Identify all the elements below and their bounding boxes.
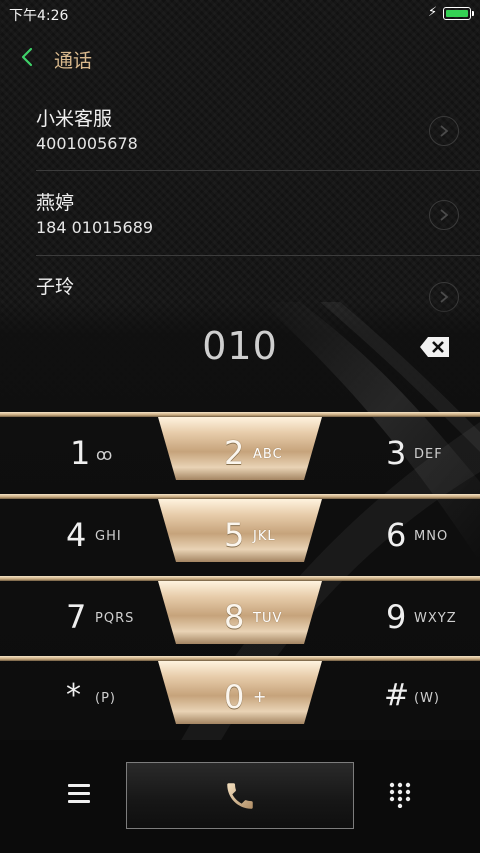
backspace-icon[interactable]	[419, 336, 451, 358]
dialed-number-display: 010	[202, 324, 278, 368]
charging-bolt-icon: ⚡	[428, 5, 438, 20]
key-digit: 7	[66, 598, 87, 636]
dial-key-1[interactable]: 1 ꝏ	[0, 417, 160, 492]
contact-item[interactable]: 小米客服 4001005678	[0, 90, 480, 174]
contact-item[interactable]: 燕婷 184 01015689	[0, 174, 480, 258]
header: 通话	[0, 36, 480, 80]
bottom-action-bar	[0, 740, 480, 853]
key-letters: GHI	[95, 529, 122, 544]
key-digit: 8	[224, 598, 245, 636]
key-letters: PQRS	[95, 611, 135, 626]
dial-key-9[interactable]: 9 WXYZ	[320, 581, 480, 656]
divider	[36, 255, 480, 256]
key-digit: 2	[224, 434, 245, 472]
key-digit: 5	[224, 516, 245, 554]
key-digit: 9	[386, 598, 407, 636]
contact-number: 4001005678	[36, 134, 138, 153]
contact-number: 184 01015689	[36, 218, 154, 237]
dial-key-7[interactable]: 7 PQRS	[0, 581, 160, 656]
dial-key-3[interactable]: 3 DEF	[320, 417, 480, 492]
voicemail-icon: ꝏ	[96, 445, 114, 464]
key-letters: JKL	[253, 529, 276, 544]
dialer-screen: 下午4:26 ⚡ 通话 小米客服 4001005678 燕婷 184 01015…	[0, 0, 480, 853]
call-button[interactable]	[126, 762, 354, 829]
keypad-row: 1 ꝏ 2 ABC 3 DEF	[0, 412, 480, 492]
dialpad-grid-icon[interactable]	[388, 782, 412, 809]
divider	[36, 170, 480, 171]
key-digit: 1	[70, 434, 91, 472]
key-letters: +	[253, 687, 268, 706]
dial-key-8[interactable]: 8 TUV	[160, 581, 320, 656]
status-time: 下午4:26	[9, 8, 69, 24]
contact-name: 燕婷	[36, 192, 75, 214]
battery-icon	[443, 7, 474, 20]
key-letters: (P)	[95, 691, 116, 706]
chevron-right-circle-icon[interactable]	[429, 116, 459, 146]
hamburger-menu-icon[interactable]	[68, 782, 92, 804]
keypad-row: 4 GHI 5 JKL 6 MNO	[0, 494, 480, 574]
dial-key-2[interactable]: 2 ABC	[160, 417, 320, 492]
key-letters: MNO	[414, 529, 449, 544]
page-title[interactable]: 通话	[54, 46, 92, 73]
key-digit: 0	[224, 678, 245, 716]
dial-key-6[interactable]: 6 MNO	[320, 499, 480, 574]
key-digit: 4	[66, 516, 87, 554]
chevron-right-circle-icon[interactable]	[429, 200, 459, 230]
dial-key-4[interactable]: 4 GHI	[0, 499, 160, 574]
dial-key-5[interactable]: 5 JKL	[160, 499, 320, 574]
back-chevron-icon[interactable]	[20, 46, 40, 70]
key-letters: TUV	[253, 611, 283, 626]
key-letters: WXYZ	[414, 611, 457, 626]
key-digit: #	[384, 678, 410, 713]
dial-key-hash[interactable]: # (W)	[320, 661, 480, 736]
key-digit: 3	[386, 434, 407, 472]
phone-handset-icon	[227, 783, 253, 809]
key-letters: DEF	[414, 447, 443, 462]
dial-key-star[interactable]: * (P)	[0, 661, 160, 736]
contact-name: 小米客服	[36, 108, 113, 130]
keypad-row: 7 PQRS 8 TUV 9 WXYZ	[0, 576, 480, 656]
key-letters: ABC	[253, 447, 283, 462]
key-digit: *	[66, 678, 81, 713]
dial-key-0[interactable]: 0 +	[160, 661, 320, 736]
key-digit: 6	[386, 516, 407, 554]
status-bar: 下午4:26 ⚡	[0, 0, 480, 28]
keypad-row: * (P) 0 + # (W)	[0, 656, 480, 736]
contact-name: 子玲	[36, 276, 75, 298]
key-letters: (W)	[414, 691, 440, 706]
